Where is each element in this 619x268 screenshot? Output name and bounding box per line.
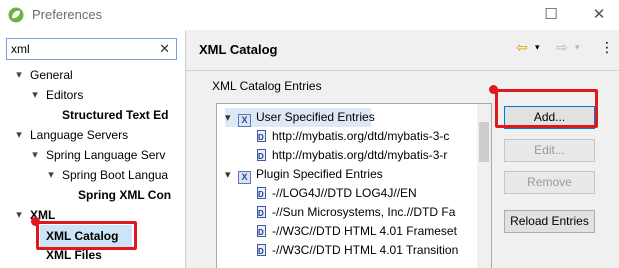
dtd-file-icon	[257, 128, 266, 147]
entry-mybatis-config[interactable]: http://mybatis.org/dtd/mybatis-3-c	[257, 127, 450, 147]
page-title: XML Catalog	[199, 42, 278, 57]
dtd-file-icon	[257, 242, 266, 261]
tree-item-label: Spring Boot Langua	[62, 168, 169, 182]
view-menu-icon[interactable]: ⋮	[600, 39, 614, 56]
entry-label: -//W3C//DTD HTML 4.01 Frameset	[272, 224, 457, 238]
entry-label: http://mybatis.org/dtd/mybatis-3-r	[272, 148, 448, 162]
expanded-twisty-icon[interactable]: ▾	[30, 85, 40, 105]
tree-item-spring-xml-config[interactable]: Spring XML Con	[78, 185, 171, 205]
expanded-twisty-icon[interactable]: ▾	[225, 166, 235, 185]
entry-mybatis-mapper[interactable]: http://mybatis.org/dtd/mybatis-3-r	[257, 146, 448, 166]
title-bar: Preferences ☐ ✕	[0, 0, 619, 30]
annotation-marker	[31, 217, 40, 226]
entry-label: User Specified Entries	[256, 110, 375, 124]
catalog-entries-tree[interactable]: ▾XUser Specified Entries http://mybatis.…	[216, 103, 492, 268]
annotation-box-xml-catalog	[36, 221, 137, 250]
forward-menu-chevron-icon[interactable]: ▾	[575, 42, 580, 53]
entry-log4j[interactable]: -//LOG4J//DTD LOG4J//EN	[257, 184, 417, 204]
entry-label: Plugin Specified Entries	[256, 167, 383, 181]
entry-html-frameset[interactable]: -//W3C//DTD HTML 4.01 Frameset	[257, 222, 457, 242]
remove-button[interactable]: Remove	[504, 171, 595, 194]
entry-label: -//W3C//DTD HTML 4.01 Transition	[272, 243, 459, 257]
expanded-twisty-icon[interactable]: ▾	[14, 65, 24, 85]
edit-button[interactable]: Edit...	[504, 139, 595, 162]
entry-sun-faces[interactable]: -//Sun Microsystems, Inc.//DTD Fa	[257, 203, 456, 223]
entry-html-transitional[interactable]: -//W3C//DTD HTML 4.01 Transition	[257, 241, 459, 261]
filter-box: ✕	[6, 38, 177, 60]
forward-icon[interactable]: ⇨	[556, 39, 568, 56]
expanded-twisty-icon[interactable]: ▾	[30, 145, 40, 165]
back-icon[interactable]: ⇦	[516, 39, 528, 56]
maximize-button[interactable]: ☐	[540, 4, 562, 26]
vertical-scrollbar[interactable]	[477, 104, 491, 268]
expanded-twisty-icon[interactable]: ▾	[225, 109, 235, 128]
entry-label: http://mybatis.org/dtd/mybatis-3-c	[272, 129, 450, 143]
tree-item-label: Spring Language Serv	[46, 148, 166, 162]
catalog-icon: X	[238, 114, 251, 127]
spring-leaf-icon	[8, 7, 24, 23]
dtd-file-icon	[257, 147, 266, 166]
entry-plugin-specified[interactable]: ▾ X Plugin Specified Entries	[225, 165, 383, 184]
scrollbar-thumb[interactable]	[479, 122, 489, 162]
back-menu-chevron-icon[interactable]: ▾	[535, 42, 540, 53]
close-button[interactable]: ✕	[588, 4, 610, 26]
tree-item-label: General	[30, 68, 73, 82]
annotation-box-add-button	[495, 89, 598, 128]
annotation-marker	[489, 85, 498, 94]
expanded-twisty-icon[interactable]: ▾	[46, 165, 56, 185]
dtd-file-icon	[257, 185, 266, 204]
clear-icon[interactable]: ✕	[159, 41, 170, 57]
window-title: Preferences	[32, 7, 103, 22]
group-label: XML Catalog Entries	[212, 79, 322, 93]
tree-item-label: Editors	[46, 88, 84, 102]
preference-page: XML Catalog ⇦ ▾ ⇨ ▾ ⋮ XML Catalog Entrie…	[186, 30, 619, 268]
expanded-twisty-icon[interactable]: ▾	[14, 125, 24, 145]
header-separator	[186, 70, 619, 71]
tree-item-label: Language Servers	[30, 128, 129, 142]
reload-entries-button[interactable]: Reload Entries	[504, 210, 595, 233]
entry-user-specified[interactable]: ▾ X User Specified Entries	[225, 108, 375, 128]
tree-item-structured-text-editors[interactable]: Structured Text Ed	[62, 105, 168, 125]
dtd-file-icon	[257, 204, 266, 223]
entry-label: -//Sun Microsystems, Inc.//DTD Fa	[272, 205, 456, 219]
entry-label: -//LOG4J//DTD LOG4J//EN	[272, 186, 417, 200]
filter-input[interactable]	[7, 39, 147, 59]
dtd-file-icon	[257, 223, 266, 242]
expanded-twisty-icon[interactable]: ▾	[14, 205, 24, 225]
catalog-icon: X	[238, 171, 251, 184]
